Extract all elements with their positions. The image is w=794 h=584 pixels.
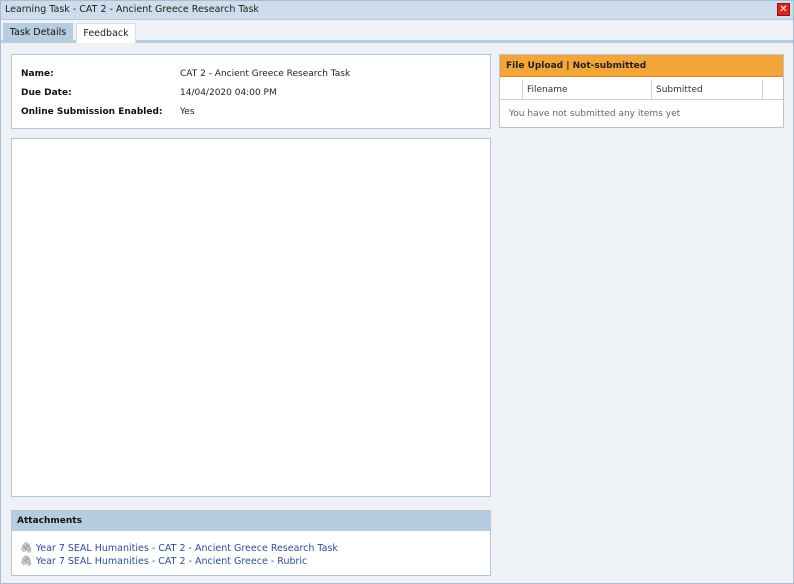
task-details-panel: Name: CAT 2 - Ancient Greece Research Ta… [11, 54, 491, 129]
tab-feedback[interactable]: Feedback [76, 23, 136, 43]
file-upload-panel: File Upload | Not-submitted Filename Sub… [499, 54, 784, 128]
submitted-column-header[interactable]: Submitted [651, 80, 762, 100]
name-label: Name: [21, 69, 54, 79]
due-date-label: Due Date: [21, 88, 72, 98]
submission-grid-header: Filename Submitted [500, 80, 783, 100]
tab-task-details[interactable]: Task Details [3, 23, 73, 43]
attachments-panel: Attachments 🖇 Year 7 SEAL Humanities - CA… [11, 510, 491, 576]
attachment-link[interactable]: 🖇 Year 7 SEAL Humanities - CAT 2 - Ancien… [20, 543, 338, 555]
learning-task-window: Learning Task - CAT 2 - Ancient Greece R… [0, 0, 794, 584]
file-upload-header: File Upload | Not-submitted [500, 55, 783, 77]
filename-column-header[interactable]: Filename [522, 80, 651, 100]
paperclip-icon: 🖇 [20, 543, 33, 554]
attachment-label: Year 7 SEAL Humanities - CAT 2 - Ancient… [35, 556, 308, 567]
attachments-header: Attachments [12, 511, 490, 531]
close-icon: ✕ [779, 4, 788, 15]
title-bar: Learning Task - CAT 2 - Ancient Greece R… [1, 1, 793, 20]
close-button[interactable]: ✕ [777, 3, 790, 16]
tab-bar: Task Details Feedback [1, 21, 793, 43]
attachment-link[interactable]: 🖇 Year 7 SEAL Humanities - CAT 2 - Ancien… [20, 556, 307, 568]
grid-extra-column [762, 80, 783, 100]
online-submission-value: Yes [180, 107, 195, 117]
online-submission-label: Online Submission Enabled: [21, 107, 163, 117]
window-title: Learning Task - CAT 2 - Ancient Greece R… [5, 4, 259, 15]
paperclip-icon: 🖇 [20, 556, 33, 567]
attachment-label: Year 7 SEAL Humanities - CAT 2 - Ancient… [35, 543, 338, 554]
task-description-area[interactable] [11, 138, 491, 497]
grid-select-column [500, 80, 522, 100]
empty-submissions-message: You have not submitted any items yet [509, 109, 681, 119]
due-date-value: 14/04/2020 04:00 PM [180, 88, 277, 98]
name-value: CAT 2 - Ancient Greece Research Task [180, 69, 351, 79]
